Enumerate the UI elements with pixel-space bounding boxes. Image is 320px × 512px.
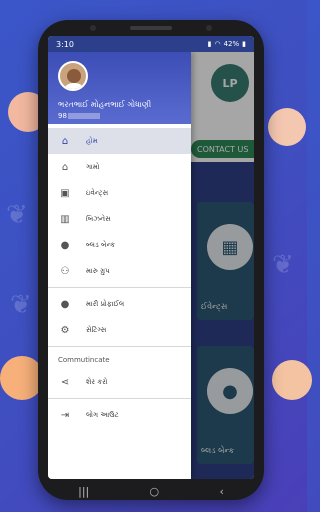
back-icon[interactable]: ‹	[219, 485, 223, 498]
recent-apps-icon[interactable]: |||	[78, 485, 89, 498]
divider	[48, 346, 191, 347]
battery-level: 42%	[223, 40, 240, 48]
status-time: 3:10	[56, 39, 74, 49]
status-bar: 3:10 ▮ ◠ 42% ▮	[48, 36, 254, 52]
menu-item-blood-bank[interactable]: ● બ્લડ બેન્ક	[48, 232, 191, 258]
phone-frame: 3:10 ▮ ◠ 42% ▮ LP CONTACT US ▦ ઈવેન્ટ્સ …	[38, 20, 264, 500]
phone-speaker	[130, 26, 172, 30]
menu-item-share[interactable]: ⋖ શેર કરો	[48, 369, 191, 395]
menu-item-villages[interactable]: ⌂ ગામો	[48, 154, 191, 180]
system-nav-bar: ||| ○ ‹	[48, 479, 254, 503]
section-title-communicate: Commutincate	[58, 356, 110, 364]
gear-icon: ⚙	[60, 324, 70, 336]
drawer-header: ભરતભાઈ મોહનભાઈ ગોધાણી 98	[48, 52, 191, 124]
event-icon: ▣	[60, 187, 70, 199]
home-button-icon[interactable]: ○	[150, 485, 160, 498]
user-phone: 98	[58, 112, 100, 120]
avatar[interactable]	[58, 61, 88, 91]
person-icon: ●	[60, 298, 70, 310]
group-icon: ⚇	[60, 265, 70, 277]
home-icon: ⌂	[61, 135, 69, 147]
menu-item-home[interactable]: ⌂ હોમ	[48, 128, 191, 154]
navigation-drawer: ભરતભાઈ મોહનભાઈ ગોધાણી 98 ⌂ હોમ ⌂ ગામો ▣ …	[48, 52, 191, 479]
divider	[48, 287, 191, 288]
drawer-scrim[interactable]	[191, 52, 254, 479]
bg-leaf-icon: ❦	[10, 290, 32, 320]
divider	[48, 398, 191, 399]
wifi-icon: ◠	[214, 40, 221, 48]
menu-item-logout[interactable]: ⇥ લોગ આઉટ	[48, 402, 191, 428]
screen: 3:10 ▮ ◠ 42% ▮ LP CONTACT US ▦ ઈવેન્ટ્સ …	[48, 36, 254, 479]
signal-icon: ▮	[207, 40, 212, 48]
phone-camera	[90, 25, 96, 31]
village-icon: ⌂	[61, 161, 69, 173]
business-icon: ▥	[60, 213, 70, 225]
bg-avatar-right	[268, 108, 306, 146]
share-icon: ⋖	[60, 376, 70, 388]
battery-icon: ▮	[242, 40, 246, 48]
blood-drop-icon: ●	[60, 239, 70, 251]
bg-leaf-icon: ❦	[6, 200, 28, 230]
menu-item-business[interactable]: ▥ બિઝનેસ	[48, 206, 191, 232]
bg-leaf-icon: ❦	[272, 250, 294, 280]
logout-icon: ⇥	[60, 409, 70, 421]
menu-item-my-group[interactable]: ⚇ મારુ ગ્રુપ	[48, 258, 191, 284]
menu-item-events[interactable]: ▣ ઇવેન્ટ્સ	[48, 180, 191, 206]
user-name: ભરતભાઈ મોહનભાઈ ગોધાણી	[58, 100, 152, 109]
bg-avatar-bottom-right	[272, 360, 312, 400]
menu-item-my-profile[interactable]: ● મારી પ્રોફાઈલ	[48, 291, 191, 317]
menu-item-settings[interactable]: ⚙ સેટિંગ્સ	[48, 317, 191, 343]
phone-sensor	[206, 25, 212, 31]
